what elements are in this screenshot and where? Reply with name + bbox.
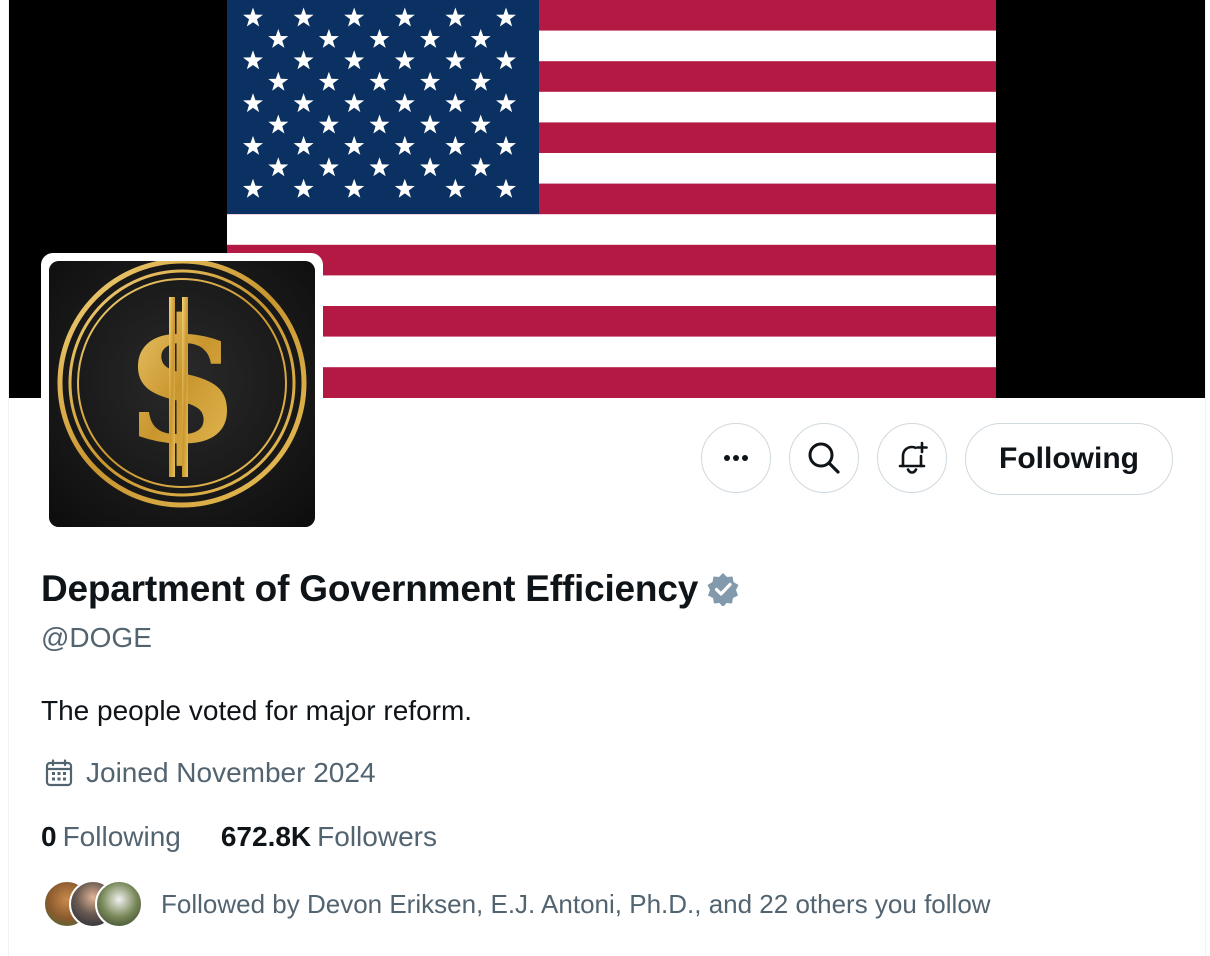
joined-date: Joined November 2024: [44, 757, 376, 789]
display-name: Department of Government Efficiency: [41, 568, 699, 609]
followed-by-link[interactable]: Followed by Devon Eriksen, E.J. Antoni, …: [43, 880, 991, 928]
followed-by-avatars: [43, 880, 143, 928]
profile-bio: The people voted for major reform.: [41, 695, 473, 726]
follower-avatar: [95, 880, 143, 928]
following-count: 0: [41, 821, 57, 852]
followers-label: Followers: [317, 821, 437, 852]
follow-stats: 0 Following 672.8K Followers: [41, 821, 477, 853]
following-label: Following: [62, 821, 181, 852]
notifications-button[interactable]: [877, 423, 947, 493]
followers-stat-link[interactable]: 672.8K Followers: [221, 821, 437, 853]
profile-handle: @DOGE: [41, 622, 152, 653]
verified-badge-icon[interactable]: [706, 572, 740, 606]
following-button[interactable]: Following: [965, 423, 1173, 495]
following-stat-link[interactable]: 0 Following: [41, 821, 181, 853]
profile-name-row: Department of Government Efficiency: [41, 568, 740, 610]
bell-plus-icon: [898, 441, 928, 474]
joined-text: Joined November 2024: [86, 757, 376, 788]
us-flag-image: [227, 0, 996, 398]
profile-actions: Following: [0, 423, 1210, 495]
followers-count: 672.8K: [220, 821, 312, 852]
more-icon: [724, 455, 748, 461]
search-button[interactable]: [789, 423, 859, 493]
calendar-icon: [45, 759, 73, 787]
search-icon: [808, 442, 840, 474]
more-button[interactable]: [701, 423, 771, 493]
followed-by-text: Followed by Devon Eriksen, E.J. Antoni, …: [161, 888, 991, 919]
